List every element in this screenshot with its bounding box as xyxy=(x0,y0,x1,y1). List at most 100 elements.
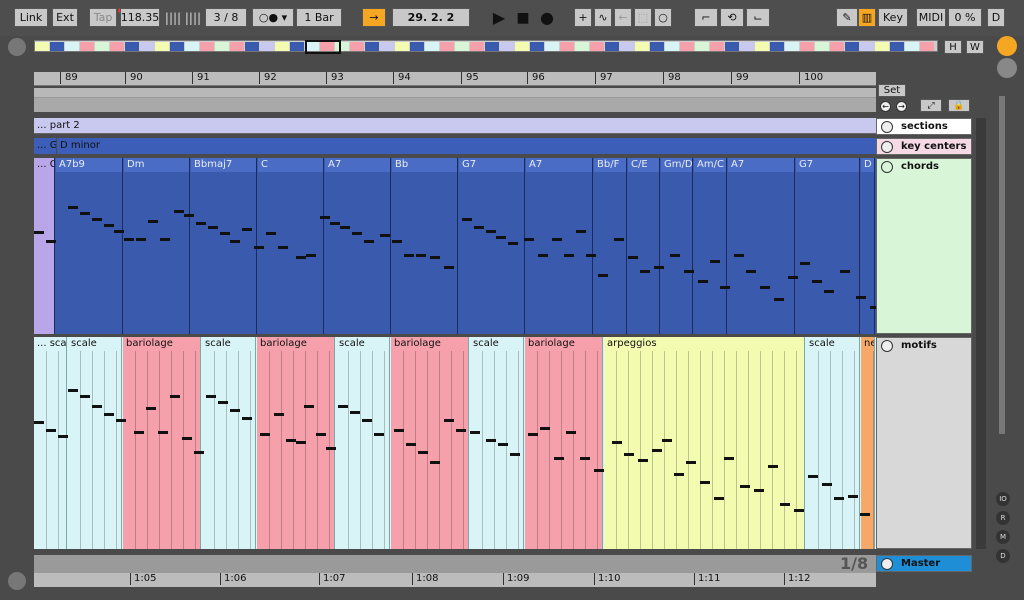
midi-note[interactable] xyxy=(68,389,78,392)
midi-note[interactable] xyxy=(362,419,372,422)
motif-clip[interactable]: scale xyxy=(336,337,390,549)
midi-note[interactable] xyxy=(80,395,90,398)
info-toggle-icon[interactable] xyxy=(8,572,26,590)
io-toggle-button[interactable]: IO xyxy=(996,492,1010,506)
chord-clip[interactable]: A7b9 xyxy=(56,158,123,334)
midi-note[interactable] xyxy=(92,218,102,221)
midi-note[interactable] xyxy=(160,238,170,241)
midi-note[interactable] xyxy=(698,280,708,283)
midi-note[interactable] xyxy=(724,457,734,460)
midi-note[interactable] xyxy=(220,232,230,235)
midi-note[interactable] xyxy=(638,459,648,462)
midi-map-button[interactable]: MIDI xyxy=(916,8,946,27)
stop-icon[interactable]: ■ xyxy=(514,8,532,27)
scrub-area[interactable] xyxy=(34,98,876,112)
midi-note[interactable] xyxy=(46,429,56,432)
fold-track-icon[interactable] xyxy=(881,161,893,173)
midi-note[interactable] xyxy=(720,286,730,289)
overview-view-frame[interactable] xyxy=(305,40,341,54)
lock-icon[interactable]: 🔒 xyxy=(948,99,970,112)
midi-note[interactable] xyxy=(774,298,784,301)
midi-note[interactable] xyxy=(686,461,696,464)
chord-clip[interactable]: Bb xyxy=(392,158,458,334)
midi-note[interactable] xyxy=(266,232,276,235)
midi-note[interactable] xyxy=(628,256,638,259)
zoom-fit-icon[interactable]: ⤢ xyxy=(920,99,942,112)
midi-note[interactable] xyxy=(80,212,90,215)
midi-note[interactable] xyxy=(552,238,562,241)
midi-note[interactable] xyxy=(104,413,114,416)
midi-note[interactable] xyxy=(364,240,374,243)
computer-keyboard-icon[interactable]: ▥ xyxy=(858,8,876,27)
midi-note[interactable] xyxy=(306,254,316,257)
midi-note[interactable] xyxy=(380,234,390,237)
midi-note[interactable] xyxy=(392,240,402,243)
mixer-view-toggle-icon[interactable] xyxy=(997,36,1017,56)
midi-note[interactable] xyxy=(406,443,416,446)
midi-note[interactable] xyxy=(330,222,340,225)
midi-note[interactable] xyxy=(510,453,520,456)
browser-toggle-icon[interactable] xyxy=(8,38,26,56)
key-center-clip[interactable]: D minor xyxy=(57,138,876,154)
midi-note[interactable] xyxy=(326,447,336,450)
record-icon[interactable]: ● xyxy=(538,8,556,27)
midi-note[interactable] xyxy=(194,451,204,454)
midi-note[interactable] xyxy=(444,266,454,269)
ext-sync-button[interactable]: Ext xyxy=(52,8,78,27)
loop-icon[interactable]: ⟲ xyxy=(720,8,744,27)
midi-note[interactable] xyxy=(540,427,550,430)
motif-clip[interactable]: bariolage xyxy=(391,337,469,549)
midi-note[interactable] xyxy=(594,469,604,472)
track-activator-icon[interactable] xyxy=(881,140,893,153)
midi-note[interactable] xyxy=(840,270,850,273)
midi-note[interactable] xyxy=(92,405,102,408)
midi-note[interactable] xyxy=(860,513,870,516)
midi-note[interactable] xyxy=(614,238,624,241)
chord-clip[interactable]: C/E xyxy=(628,158,660,334)
midi-note[interactable] xyxy=(700,481,710,484)
midi-note[interactable] xyxy=(404,254,414,257)
midi-note[interactable] xyxy=(146,407,156,410)
automation-arm-icon[interactable]: ∿ xyxy=(594,8,612,27)
motif-clip[interactable]: scale xyxy=(68,337,122,549)
chord-clip[interactable]: ... G xyxy=(34,158,55,334)
loop-punch-in-icon[interactable]: ⌐ xyxy=(694,8,718,27)
midi-note[interactable] xyxy=(230,240,240,243)
midi-note[interactable] xyxy=(416,254,426,257)
midi-note[interactable] xyxy=(528,433,538,436)
midi-note[interactable] xyxy=(296,256,306,259)
midi-note[interactable] xyxy=(278,246,288,249)
arrangement-overview[interactable] xyxy=(34,40,938,52)
motif-clip[interactable]: scale xyxy=(470,337,524,549)
midi-note[interactable] xyxy=(640,270,650,273)
motif-clip[interactable]: scale xyxy=(806,337,860,549)
midi-note[interactable] xyxy=(182,437,192,440)
midi-note[interactable] xyxy=(670,254,680,257)
tempo-field[interactable]: 118.35 xyxy=(120,8,160,27)
track-header-motifs[interactable]: motifs xyxy=(876,337,972,549)
midi-note[interactable] xyxy=(34,231,44,234)
set-locator-button[interactable]: Set xyxy=(878,84,906,97)
midi-note[interactable] xyxy=(230,409,240,412)
midi-note[interactable] xyxy=(206,395,216,398)
midi-note[interactable] xyxy=(174,210,184,213)
midi-note[interactable] xyxy=(242,228,252,231)
midi-note[interactable] xyxy=(184,214,194,217)
midi-note[interactable] xyxy=(508,242,518,245)
midi-note[interactable] xyxy=(856,296,866,299)
midi-note[interactable] xyxy=(114,230,124,233)
arrangement-scroll-bar[interactable] xyxy=(34,555,876,573)
vertical-scrollbar[interactable] xyxy=(999,96,1005,434)
midi-note[interactable] xyxy=(812,280,822,283)
track-activator-icon[interactable] xyxy=(881,120,893,133)
midi-note[interactable] xyxy=(734,254,744,257)
midi-note[interactable] xyxy=(654,266,664,269)
midi-note[interactable] xyxy=(586,254,596,257)
midi-note[interactable] xyxy=(674,473,684,476)
beat-ruler[interactable]: 89 90 91 92 93 94 95 96 97 98 99 100 xyxy=(34,72,876,86)
midi-note[interactable] xyxy=(296,441,306,444)
midi-note[interactable] xyxy=(740,485,750,488)
midi-note[interactable] xyxy=(260,433,270,436)
capture-icon[interactable]: ⬚ xyxy=(634,8,652,27)
midi-note[interactable] xyxy=(456,429,466,432)
